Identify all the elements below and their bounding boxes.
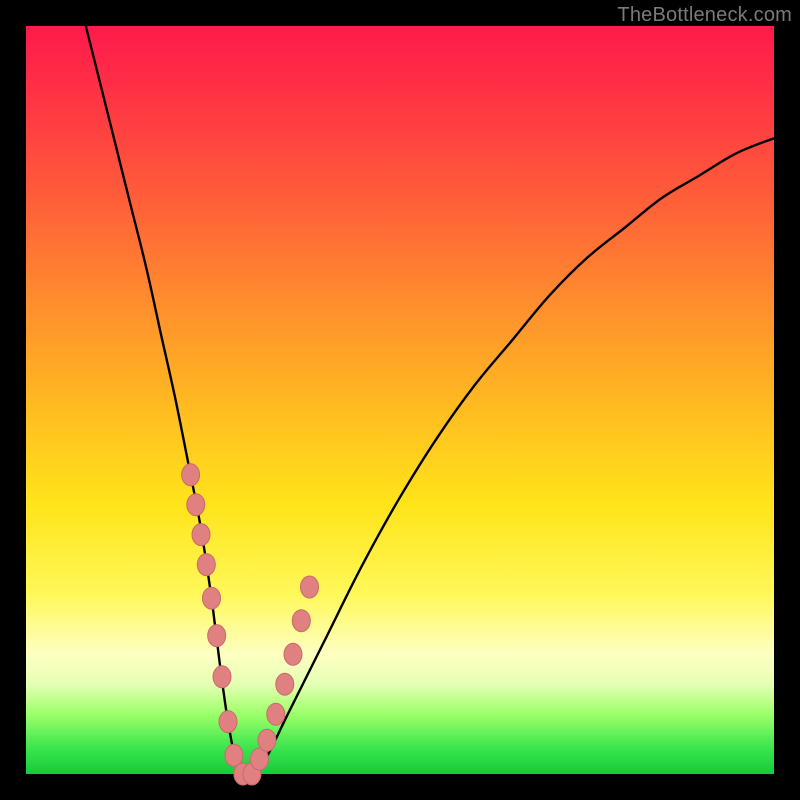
curve-marker (213, 666, 231, 688)
curve-marker (187, 494, 205, 516)
curve-marker (192, 524, 210, 546)
curve-marker (284, 643, 302, 665)
curve-markers (182, 464, 319, 785)
bottleneck-curve-path (86, 26, 774, 776)
outer-frame: TheBottleneck.com (0, 0, 800, 800)
curve-marker (292, 610, 310, 632)
plot-area (26, 26, 774, 774)
curve-marker (267, 703, 285, 725)
curve-marker (219, 711, 237, 733)
curve-marker (208, 625, 226, 647)
curve-marker (197, 554, 215, 576)
watermark-text: TheBottleneck.com (617, 4, 792, 27)
bottleneck-curve (86, 26, 774, 776)
curve-marker (276, 673, 294, 695)
curve-marker (182, 464, 200, 486)
curve-marker (258, 729, 276, 751)
curve-marker (301, 576, 319, 598)
curve-svg (26, 26, 774, 774)
curve-marker (203, 587, 221, 609)
